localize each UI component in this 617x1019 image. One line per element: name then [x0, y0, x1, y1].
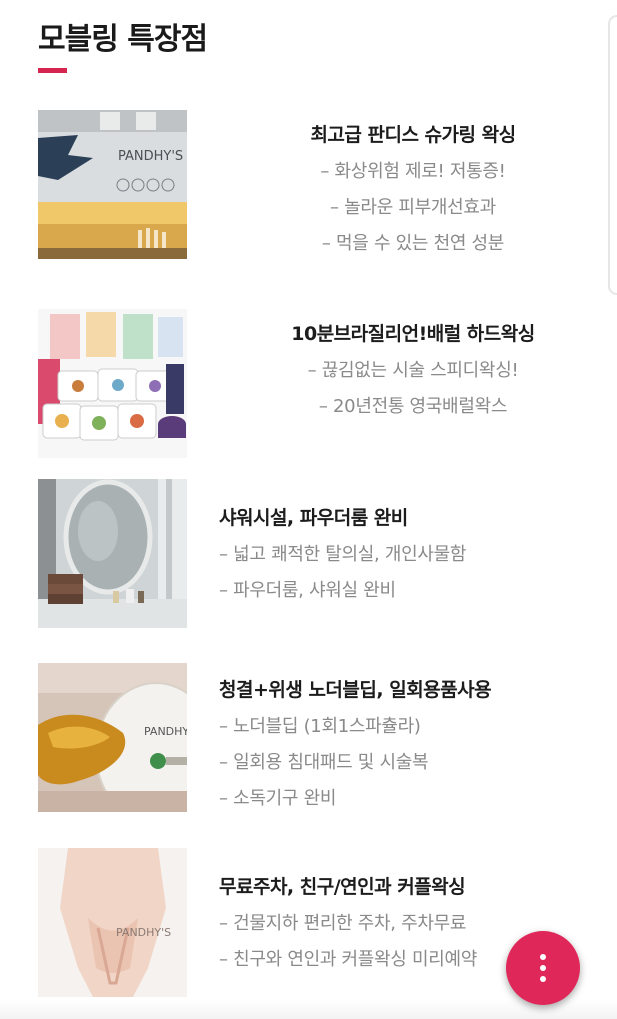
- feature-heading: 샤워시설, 파우더룸 완비: [219, 507, 408, 529]
- feature-heading: 10분브라질리언!배럴 하드왁싱: [291, 323, 535, 345]
- jar-brand-text: PANDHY'S: [144, 725, 187, 738]
- page-title: 모블링 특장점: [38, 22, 208, 57]
- feature-line: – 먹을 수 있는 천연 성분: [321, 233, 505, 254]
- watermark-text: PANDHY'S: [116, 926, 171, 939]
- feature-heading: 청결+위생 노더블딥, 일회용품사용: [219, 679, 492, 701]
- feature-line: – 20년전통 영국배럴왁스: [318, 396, 508, 417]
- sign-brand-text: PANDHY'S: [118, 149, 183, 164]
- feature-line: – 파우더룸, 샤워실 완비: [219, 580, 396, 601]
- feature-heading: 무료주차, 친구/연인과 커플왁싱: [219, 876, 466, 898]
- sugar-paste-jar-photo: PANDHY'S: [38, 663, 187, 812]
- feature-line: – 넓고 쾌적한 탈의실, 개인사물함: [219, 544, 467, 565]
- feature-line: – 놀라운 피부개선효과: [330, 197, 496, 218]
- feature-line: – 일회용 침대패드 및 시술복: [219, 752, 429, 773]
- pandhys-shop-sign-photo: PANDHY'S: [38, 110, 187, 259]
- body-model-photo: PANDHY'S: [38, 848, 187, 997]
- bottom-edge: [0, 1000, 617, 1019]
- feature-heading: 최고급 판디스 슈가링 왁싱: [310, 124, 516, 146]
- wax-products-photo: [38, 309, 187, 458]
- feature-line: – 화상위험 제로! 저통증!: [320, 161, 506, 182]
- feature-line: – 끊김없는 시술 스피디왁싱!: [307, 360, 519, 381]
- feature-line: – 소독기구 완비: [219, 788, 337, 809]
- shower-room-photo: [38, 479, 187, 628]
- more-options-button[interactable]: [506, 931, 580, 1005]
- title-underline: [38, 68, 67, 73]
- feature-line: – 노더블딥 (1회1스파츌라): [219, 716, 421, 737]
